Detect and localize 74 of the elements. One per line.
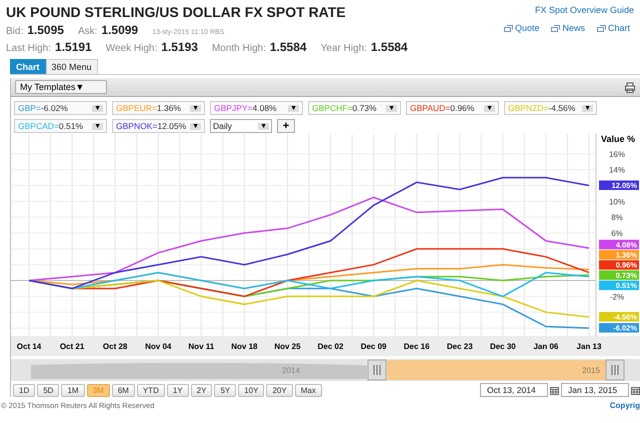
- range-button[interactable]: YTD: [136, 384, 165, 396]
- series-value: GBP=-6.02%: [18, 103, 68, 113]
- x-axis-label: Jan 13: [576, 342, 602, 351]
- y-axis-label: -2%: [610, 292, 624, 302]
- x-axis-label: Dec 16: [404, 342, 430, 351]
- guide-link[interactable]: FX Spot Overview Guide: [534, 5, 634, 15]
- field-value: 1.5584: [270, 40, 307, 54]
- x-axis-label: Jan 06: [533, 342, 558, 351]
- header-link[interactable]: Chart: [608, 23, 630, 33]
- axis-title: Value %: [600, 134, 636, 144]
- calendar-icon[interactable]: [631, 386, 640, 394]
- field-label: Week High:: [106, 43, 158, 54]
- x-axis-label: Nov 04: [145, 342, 172, 351]
- field-value: 1.5095: [27, 23, 64, 37]
- field-value: 1.5193: [161, 40, 198, 54]
- series-value: GBPAUD=0.96%: [410, 103, 474, 113]
- range-button[interactable]: 1Y: [166, 384, 189, 396]
- x-axis-label: Dec 30: [490, 342, 516, 351]
- y-axis-label: 10%: [609, 197, 625, 206]
- header-link[interactable]: News: [562, 23, 585, 33]
- range-button[interactable]: 1D: [13, 384, 36, 396]
- x-axis-label: Nov 25: [274, 342, 301, 351]
- x-axis-label: Dec 02: [318, 342, 344, 351]
- tab[interactable]: 360 Menu: [46, 59, 98, 74]
- copyright-link[interactable]: Copyrig: [610, 401, 640, 410]
- x-axis-label: Nov 11: [188, 342, 214, 351]
- field-value: 1.5584: [370, 40, 408, 54]
- series-value: GBPNOK=12.05%: [116, 121, 186, 131]
- y-axis-label: 6%: [611, 229, 623, 238]
- add-button[interactable]: +: [277, 119, 295, 133]
- year-label: 2015: [582, 366, 600, 375]
- date-field[interactable]: Oct 13, 2014: [480, 383, 548, 397]
- x-axis-label: Nov 18: [231, 342, 258, 351]
- header-link[interactable]: Quote: [514, 23, 540, 33]
- year-label: 2014: [282, 366, 300, 375]
- series-value: GBPCAD=0.51%: [18, 121, 83, 131]
- date-field[interactable]: Jan 13, 2015: [561, 383, 629, 397]
- range-button[interactable]: 5D: [37, 384, 60, 396]
- range-button[interactable]: 2Y: [190, 384, 212, 396]
- field-label: Year High:: [320, 43, 367, 54]
- field-label: Month High:: [212, 43, 266, 54]
- series-value: GBPNZD=-4.56%: [508, 103, 576, 113]
- tab[interactable]: Chart: [10, 59, 46, 74]
- field-value: 1.5099: [101, 23, 138, 37]
- series-value: GBPEUR=1.36%: [116, 103, 181, 113]
- y-axis-label: 16%: [609, 150, 625, 159]
- range-button[interactable]: 5Y: [214, 384, 236, 396]
- range-button[interactable]: Max: [294, 384, 322, 396]
- x-axis-label: Oct 28: [102, 342, 128, 351]
- range-button[interactable]: 6M: [112, 384, 135, 396]
- x-axis-label: Dec 09: [360, 342, 387, 351]
- window-icon: [504, 24, 513, 32]
- window-icon: [551, 24, 560, 32]
- field-value: 1.5191: [55, 40, 92, 54]
- range-button[interactable]: 10Y: [238, 384, 264, 396]
- range-button[interactable]: 1M: [61, 384, 85, 396]
- field-label: Last High:: [6, 43, 52, 54]
- x-axis-label: Dec 23: [446, 342, 473, 351]
- y-axis-label: 8%: [611, 213, 623, 222]
- x-axis-label: Oct 21: [60, 342, 84, 351]
- field-label: Ask:: [78, 26, 98, 37]
- grip-icon[interactable]: [606, 360, 624, 380]
- print-icon[interactable]: [624, 82, 636, 92]
- series-value: GBPCHF=0.73%: [312, 103, 376, 113]
- y-axis-label: 14%: [609, 166, 625, 175]
- grip-icon[interactable]: [368, 360, 386, 380]
- templates-dropdown[interactable]: My Templates▼: [15, 80, 107, 94]
- window-icon: [596, 24, 606, 32]
- x-axis-label: Oct 14: [16, 342, 42, 351]
- field-label: Bid:: [6, 26, 24, 37]
- series-value: GBPJPY=4.08%: [214, 103, 277, 113]
- range-button[interactable]: 20Y: [266, 384, 293, 396]
- calendar-icon[interactable]: [550, 386, 559, 394]
- page-title: UK POUND STERLING/US DOLLAR FX SPOT RATE: [6, 4, 347, 20]
